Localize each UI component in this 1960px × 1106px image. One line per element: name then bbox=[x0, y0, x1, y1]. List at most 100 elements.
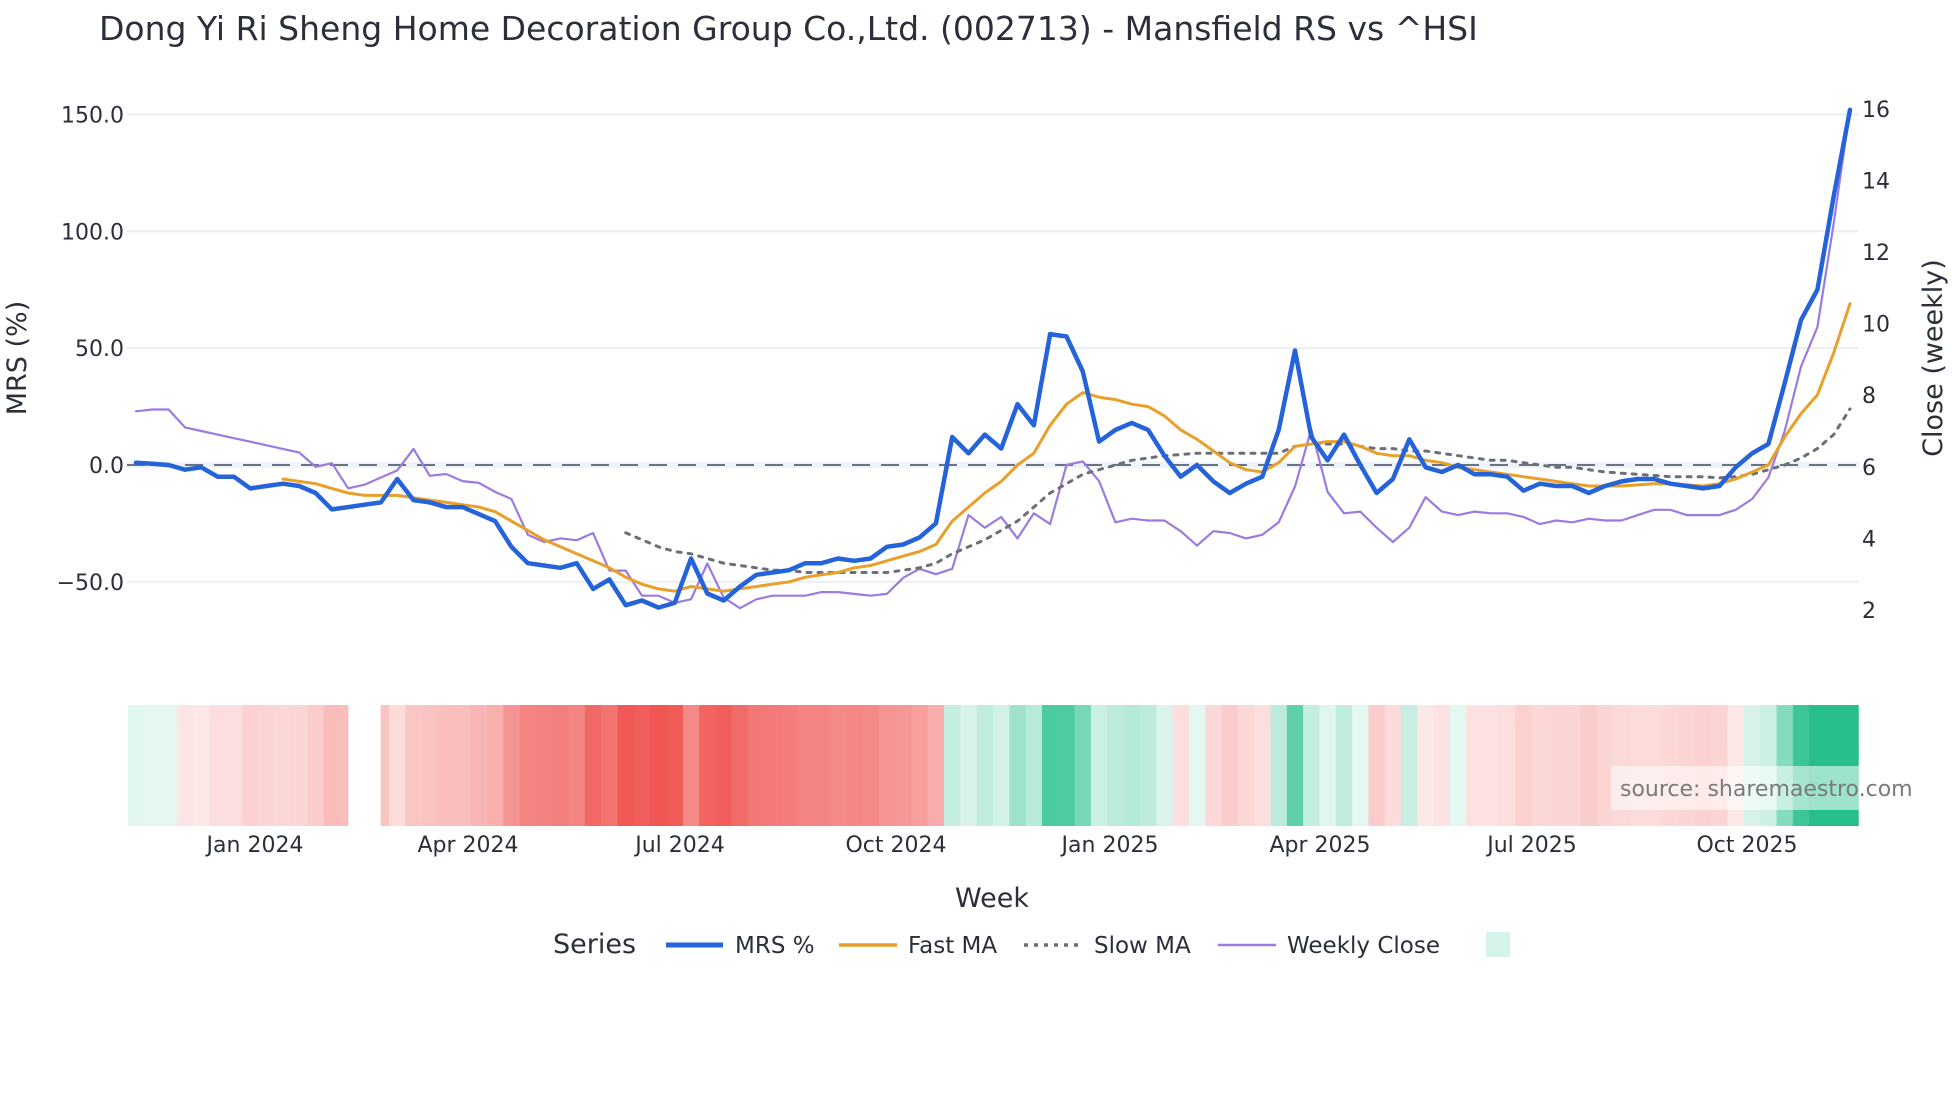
x-tick-label: Jan 2024 bbox=[205, 833, 304, 858]
y2-tick-label: 10 bbox=[1862, 313, 1890, 338]
heat-cell bbox=[437, 705, 455, 826]
heat-cell bbox=[323, 705, 341, 826]
x-axis-ticks: Jan 2024 Apr 2024 Jul 2024 Oct 2024 Jan 2025… bbox=[205, 833, 1798, 858]
heat-cell bbox=[829, 705, 847, 826]
heat-cell bbox=[993, 705, 1010, 826]
heat-cell bbox=[797, 705, 815, 826]
heat-cell bbox=[911, 705, 929, 826]
heat-cell bbox=[552, 705, 570, 826]
heat-cell bbox=[617, 705, 635, 826]
heat-cell bbox=[1433, 705, 1451, 826]
heat-cell bbox=[274, 705, 292, 826]
heat-cell bbox=[780, 705, 798, 826]
heat-cell bbox=[1090, 705, 1108, 826]
legend-item-weekly-close[interactable]: Weekly Close bbox=[1218, 933, 1440, 959]
heat-cell bbox=[1139, 705, 1157, 826]
heat-cell bbox=[1156, 705, 1174, 826]
legend-item-fast-ma[interactable]: Fast MA bbox=[839, 933, 997, 959]
legend-item-slow-ma[interactable]: Slow MA bbox=[1024, 933, 1191, 959]
legend-item-mrs[interactable]: MRS % bbox=[666, 933, 815, 959]
heat-cell bbox=[650, 705, 668, 826]
legend-label-weekly-close: Weekly Close bbox=[1287, 933, 1440, 959]
heat-cell bbox=[160, 705, 178, 826]
heat-cell bbox=[601, 705, 619, 826]
heat-cell bbox=[927, 705, 945, 826]
heat-cell bbox=[1172, 705, 1190, 826]
series-line-fast-ma bbox=[281, 302, 1852, 593]
heat-cell bbox=[340, 705, 349, 826]
heat-cell bbox=[1074, 705, 1092, 826]
heat-cell bbox=[1205, 705, 1223, 826]
heat-cell bbox=[1188, 705, 1206, 826]
heat-cell bbox=[895, 705, 912, 826]
x-tick-label: Oct 2025 bbox=[1696, 833, 1797, 858]
heat-cell bbox=[1548, 705, 1565, 826]
heat-cell bbox=[127, 705, 145, 826]
heat-cell bbox=[389, 705, 406, 826]
heat-cell bbox=[242, 705, 260, 826]
heat-cell bbox=[1025, 705, 1043, 826]
heat-cell bbox=[1058, 705, 1076, 826]
heat-cell bbox=[568, 705, 586, 826]
heat-cell bbox=[699, 705, 717, 826]
right-axis-title: Close (weekly) bbox=[1918, 259, 1949, 457]
heat-cell bbox=[1515, 705, 1533, 826]
heat-cell bbox=[1564, 705, 1582, 826]
heat-cell bbox=[1531, 705, 1549, 826]
heat-cell bbox=[1499, 705, 1516, 826]
legend-label-slow-ma: Slow MA bbox=[1094, 933, 1191, 959]
heat-cell bbox=[1466, 705, 1484, 826]
heat-cell bbox=[748, 705, 766, 826]
heat-cell bbox=[584, 705, 602, 826]
heatmap-strip bbox=[127, 705, 1859, 826]
y-tick-label: 50.0 bbox=[75, 337, 124, 362]
y-tick-label: 0.0 bbox=[89, 454, 124, 479]
heat-cell bbox=[715, 705, 733, 826]
heat-cell bbox=[1401, 705, 1419, 826]
legend-title: Series bbox=[553, 929, 636, 960]
y2-tick-label: 8 bbox=[1862, 384, 1876, 409]
heat-cell bbox=[1580, 705, 1598, 826]
left-axis-title: MRS (%) bbox=[2, 301, 33, 416]
y-tick-label: 150.0 bbox=[61, 103, 124, 128]
source-label: source: sharemaestro.com bbox=[1620, 777, 1913, 802]
heat-cell bbox=[944, 705, 961, 826]
heat-cell bbox=[193, 705, 211, 826]
heat-cell bbox=[1254, 705, 1272, 826]
heat-cell bbox=[1319, 705, 1337, 826]
heat-cell bbox=[1221, 705, 1239, 826]
legend-label-mrs: MRS % bbox=[735, 933, 815, 959]
x-axis-title: Week bbox=[955, 883, 1029, 914]
series-lines bbox=[133, 107, 1853, 610]
series-line-mrs bbox=[133, 107, 1853, 610]
heat-cell bbox=[1041, 705, 1059, 826]
legend: Series MRS % Fast MA Slow MA Weekly Clos… bbox=[553, 929, 1510, 960]
heat-cell bbox=[1107, 705, 1125, 826]
heat-cell bbox=[813, 705, 831, 826]
heat-cell bbox=[503, 705, 521, 826]
series-line-weekly-close bbox=[134, 107, 1852, 610]
y-tick-label: −50.0 bbox=[57, 571, 124, 596]
heat-cell bbox=[535, 705, 553, 826]
y2-tick-label: 14 bbox=[1862, 169, 1890, 194]
heat-cell bbox=[176, 705, 194, 826]
heat-cell bbox=[1335, 705, 1353, 826]
legend-item-heatmap[interactable] bbox=[1486, 932, 1510, 957]
y2-tick-label: 16 bbox=[1862, 98, 1890, 123]
heat-cell bbox=[258, 705, 276, 826]
heat-cell bbox=[1482, 705, 1500, 826]
left-axis-ticks: 150.0 100.0 50.0 0.0 −50.0 bbox=[57, 103, 124, 595]
heat-cell bbox=[1009, 705, 1027, 826]
heat-cell bbox=[1237, 705, 1255, 826]
chart-title: Dong Yi Ri Sheng Home Decoration Group C… bbox=[99, 9, 1478, 48]
heat-cell bbox=[144, 705, 162, 826]
heat-cell bbox=[421, 705, 439, 826]
y2-tick-label: 4 bbox=[1862, 527, 1876, 552]
heat-cell bbox=[1270, 705, 1288, 826]
y2-tick-label: 12 bbox=[1862, 241, 1890, 266]
source-watermark: source: sharemaestro.com bbox=[1611, 766, 1947, 810]
right-axis-ticks: 16 14 12 10 8 6 4 2 bbox=[1862, 98, 1890, 624]
heat-cell bbox=[1368, 705, 1386, 826]
grid-lines bbox=[127, 113, 1859, 583]
heat-cell bbox=[225, 705, 243, 826]
